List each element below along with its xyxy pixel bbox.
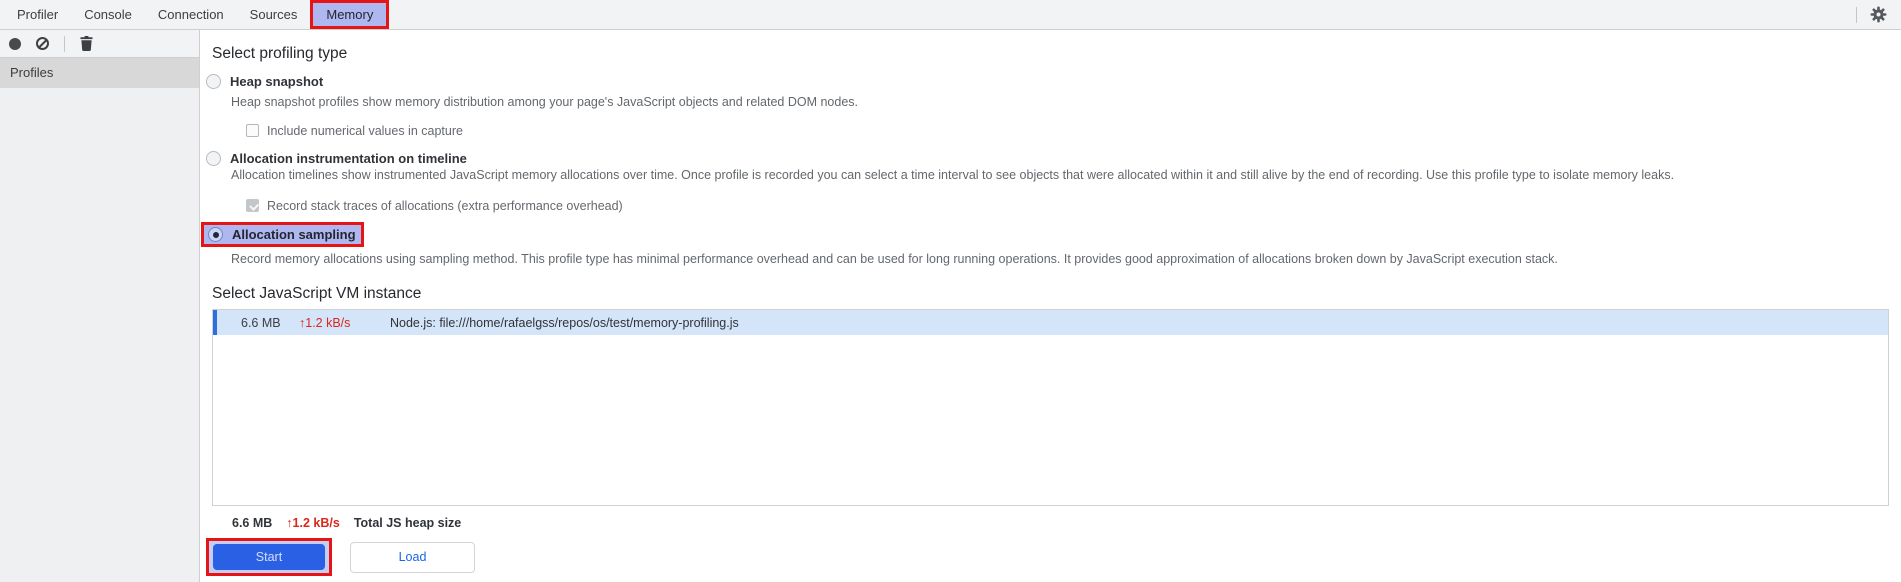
total-heap-size-label: Total JS heap size [353,516,462,530]
vm-instance-list: 6.6 MB ↑1.2 kB/s Node.js: file:///home/r… [212,309,1889,506]
vm-instance-name: Node.js: file:///home/rafaelgss/repos/os… [390,315,739,330]
allocation-sampling-description: Record memory allocations using sampling… [231,252,1558,266]
tabbar-right [1856,0,1901,29]
vm-heap-size: 6.6 MB [241,315,281,330]
trash-icon[interactable] [80,36,93,51]
tab-profiler[interactable]: Profiler [4,0,71,29]
tab-console[interactable]: Console [71,0,145,29]
vm-alloc-rate: ↑1.2 kB/s [299,315,351,330]
radio-heap-snapshot[interactable]: Heap snapshot [206,73,1901,89]
annotation-box-start: Start [206,538,332,576]
profiler-toolbar [0,30,199,58]
devtools-tabbar: Profiler Console Connection Sources Memo… [0,0,1901,30]
radio-allocation-timeline-label: Allocation instrumentation on timeline [230,150,467,166]
toolbar-divider [64,35,65,52]
radio-icon[interactable] [206,150,221,166]
radio-icon[interactable] [208,227,223,242]
checkbox-icon[interactable] [246,124,259,137]
gear-icon[interactable] [1870,6,1887,23]
checkbox-include-numerical-values-label: Include numerical values in capture [267,123,463,138]
heap-snapshot-description: Heap snapshot profiles show memory distr… [231,95,859,109]
radio-heap-snapshot-label: Heap snapshot [230,73,324,89]
total-alloc-rate: ↑1.2 kB/s [286,516,340,530]
profiling-type-heading: Select profiling type [212,45,348,62]
radio-allocation-timeline[interactable]: Allocation instrumentation on timeline [206,150,1901,166]
vm-instance-heading: Select JavaScript VM instance [212,285,422,302]
checkbox-include-numerical-values[interactable]: Include numerical values in capture [246,123,1901,138]
clear-icon[interactable] [36,37,49,50]
profiles-sidebar: Profiles [0,30,200,582]
total-heap-stats: 6.6 MB ↑1.2 kB/s Total JS heap size [232,515,1901,531]
tab-memory[interactable]: Memory [310,0,390,29]
checkbox-record-stack-traces-label: Record stack traces of allocations (extr… [267,198,623,213]
radio-allocation-sampling[interactable]: Allocation sampling [208,226,356,243]
load-button[interactable]: Load [350,541,475,573]
sidebar-item-profiles[interactable]: Profiles [0,58,199,88]
checkbox-record-stack-traces[interactable]: Record stack traces of allocations (extr… [246,198,1901,213]
tab-connection[interactable]: Connection [145,0,237,29]
memory-panel: Select profiling type Heap snapshot Heap… [200,30,1901,582]
allocation-timeline-description: Allocation timelines show instrumented J… [231,168,1675,182]
tab-sources[interactable]: Sources [237,0,311,29]
radio-allocation-sampling-label: Allocation sampling [232,227,356,242]
total-heap-size-value: 6.6 MB [232,516,273,530]
radio-icon[interactable] [206,73,221,89]
annotation-box-allocation-sampling: Allocation sampling [201,222,364,247]
checkbox-icon[interactable] [246,199,259,212]
actions-footer: Start Load [206,538,1901,576]
record-icon[interactable] [9,37,21,50]
start-button[interactable]: Start [213,544,325,570]
vm-instance-row[interactable]: 6.6 MB ↑1.2 kB/s Node.js: file:///home/r… [213,310,1888,335]
toolbar-divider [1856,6,1857,23]
